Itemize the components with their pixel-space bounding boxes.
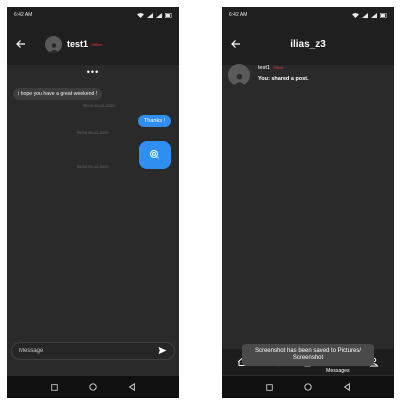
signal-icon-2	[156, 12, 162, 18]
message-timestamp: 05:05 09-12-2020	[77, 130, 109, 135]
avatar	[228, 64, 250, 86]
image-attachment-icon	[150, 150, 160, 160]
battery-icon	[380, 12, 387, 18]
status-time: 6:42 AM	[229, 12, 248, 18]
last-message-prefix: You:	[258, 76, 270, 82]
typing-indicator: •••	[86, 67, 100, 77]
last-message-text: shared a post.	[271, 76, 309, 82]
message-timestamp: 05:04 09-12-2020	[83, 103, 115, 108]
outgoing-message[interactable]: Thanks !	[137, 115, 171, 127]
bottom-nav-active-label: Messages	[326, 368, 350, 374]
home-button-icon[interactable]	[303, 382, 313, 392]
status-bar: 6:42 AM	[7, 7, 179, 23]
chat-app-bar: test1 Offline	[7, 23, 179, 65]
signal-icon-2	[371, 12, 377, 18]
conversation-list-item[interactable]: test1 Offline You: shared a post.	[222, 57, 394, 97]
screenshot-toast: Screenshot has been saved to Pictures/ S…	[242, 344, 374, 366]
status-time: 6:42 AM	[14, 12, 33, 18]
recents-button-icon[interactable]	[49, 382, 59, 392]
system-nav-bar	[222, 376, 394, 398]
status-badge: Offline	[272, 66, 284, 70]
signal-icon	[362, 12, 368, 18]
wifi-icon	[137, 12, 144, 18]
avatar[interactable]	[45, 35, 62, 53]
message-input[interactable]	[19, 348, 129, 354]
incoming-message[interactable]: i hope you have a great weekend !	[13, 88, 103, 100]
conversation-username: test1	[258, 65, 270, 71]
messages-screen: 6:42 AM ilias_z3 test1 Offline You: shar…	[222, 7, 394, 398]
system-nav-bar	[7, 376, 179, 398]
chat-screen: 6:42 AM test1 Offline ••• i hope you hav…	[7, 7, 179, 398]
back-button-icon[interactable]	[342, 382, 352, 392]
message-composer	[11, 342, 175, 360]
back-arrow-icon[interactable]	[15, 38, 27, 50]
battery-icon	[165, 12, 172, 18]
home-button-icon[interactable]	[88, 382, 98, 392]
status-bar: 6:42 AM	[222, 7, 394, 23]
back-arrow-icon[interactable]	[230, 38, 242, 50]
send-icon[interactable]	[158, 342, 167, 360]
page-title: ilias_z3	[290, 38, 326, 50]
outgoing-image-message[interactable]	[139, 141, 171, 169]
recents-button-icon[interactable]	[264, 382, 274, 392]
message-timestamp: 06:00 09-12-2020	[77, 164, 109, 169]
status-badge: Offline	[91, 41, 103, 47]
signal-icon	[147, 12, 153, 18]
back-button-icon[interactable]	[127, 382, 137, 392]
wifi-icon	[352, 12, 359, 18]
chat-contact-name[interactable]: test1	[67, 39, 88, 49]
